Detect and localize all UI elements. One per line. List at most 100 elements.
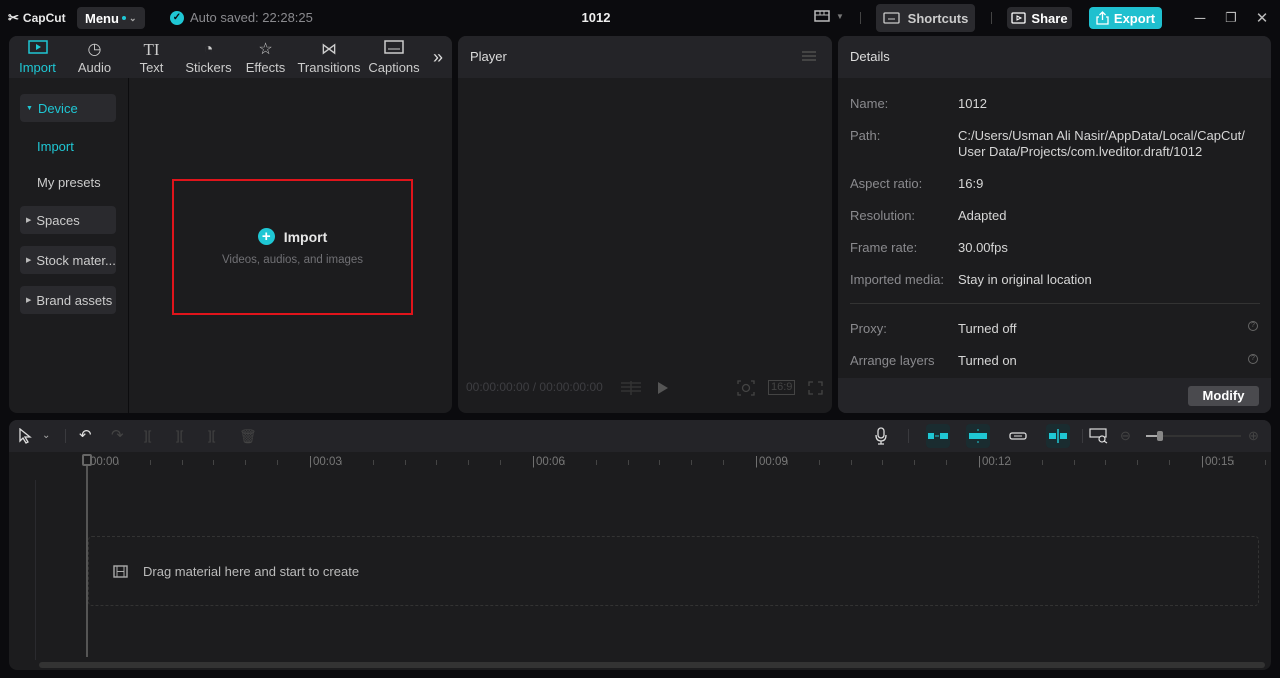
sidebar-item-device[interactable]: ▼ Device [20,94,116,122]
ruler-tick [850,460,852,465]
snap-icon [969,429,987,443]
autosave-status: ✓ Auto saved: 22:28:25 [170,10,313,25]
caret-right-icon: ▶ [26,257,32,264]
plus-icon: + [257,228,275,245]
microphone-icon[interactable] [875,427,887,445]
import-button[interactable]: + Import [257,228,328,245]
undo-icon[interactable]: ↶ [79,427,92,445]
share-button[interactable]: Share [1007,7,1072,29]
ruler-label: |00:12 [978,456,1011,468]
detail-label: Resolution: [850,208,916,223]
preview-axis-icon [1049,429,1067,443]
minimize-button[interactable]: ─ [1191,9,1209,27]
import-title: Import [283,228,328,245]
sidebar-item-spaces[interactable]: ▶ Spaces [20,206,116,234]
timeline-panel: ⌄ ↶ ↷ ][ ][ ][ 🗑 ⊖ ⊕ |00:00 |00:03 |00:0… [9,420,1271,670]
menu-icon[interactable] [802,51,816,61]
tab-stickers[interactable]: ◔ Stickers [180,36,237,78]
effects-icon: ☆ [258,41,273,58]
more-tabs-button[interactable]: » [424,36,452,78]
ruler-tick [372,460,374,465]
shortcuts-button[interactable]: Shortcuts [876,4,975,32]
tab-import[interactable]: Import [9,36,66,78]
zoom-in-icon[interactable]: ⊕ [1248,427,1259,445]
detail-label: Name: [850,96,889,111]
details-panel: Details Name: 1012 Path: C:/Users/Usman … [838,36,1271,413]
waveform-icon[interactable] [621,381,641,395]
modify-button[interactable]: Modify [1188,386,1259,406]
timeline-ruler[interactable]: |00:00 |00:03 |00:06 |00:09 |00:12 |00:1… [9,452,1271,472]
audio-icon: ◷ [87,41,102,58]
link-toggle[interactable] [1006,424,1030,448]
horizontal-scrollbar[interactable] [39,662,1265,668]
tab-audio[interactable]: ◷ Audio [66,36,123,78]
split-icon[interactable]: ][ [144,427,151,445]
ruler-tick [1169,460,1171,465]
close-icon: ✕ [1255,10,1269,27]
ruler-mark: | [532,456,535,468]
help-icon[interactable]: ? [1248,354,1258,364]
ruler-tick [436,460,438,465]
zoom-fit-icon[interactable] [737,380,755,396]
ruler-tick [882,460,884,465]
ruler-tick [627,460,629,465]
timeline-dropzone[interactable]: Drag material here and start to create [88,536,1259,606]
export-label: Export [1113,10,1156,26]
trim-left-icon[interactable]: ][ [176,427,183,445]
caret-right-icon: ▶ [26,297,32,304]
autosave-text: Auto saved: 22:28:25 [190,10,313,25]
playhead-handle[interactable] [82,454,92,466]
select-tool-icon[interactable] [19,428,33,444]
sidebar-item-brand-assets[interactable]: ▶ Brand assets [20,286,116,314]
trim-right-icon[interactable]: ][ [208,427,215,445]
sidebar-item-stock-material[interactable]: ▶ Stock mater... [20,246,116,274]
maximize-button[interactable]: ❐ [1222,9,1240,27]
video-preview [458,78,832,376]
captions-icon [384,40,404,60]
magnet-toggle[interactable] [926,424,950,448]
help-icon[interactable]: ? [1248,321,1258,331]
tab-captions[interactable]: Captions [364,36,424,78]
layout-button[interactable]: ▼ [814,10,844,22]
caret-down-icon: ▼ [26,104,33,112]
slider-handle[interactable] [1157,431,1164,441]
delete-icon[interactable]: 🗑 [239,427,257,445]
sidebar-item-import[interactable]: Import [37,139,74,154]
menu-button[interactable]: Menu ⌄ [77,7,145,29]
tab-text[interactable]: TI Text [123,36,180,78]
main-track-magnet-icon [928,433,948,439]
ruler-tick [595,460,597,465]
import-dropzone[interactable]: + Import Videos, audios, and images [172,179,413,315]
divider [860,12,861,24]
ruler-label: |00:06 [532,456,565,468]
player-controls: 00:00:00:00 / 00:00:00:00 16:9 [458,376,832,400]
play-icon[interactable] [657,381,669,395]
timecode: 00:00:00:00 / 00:00:00:00 [466,380,603,394]
ruler-tick [1073,460,1075,465]
fullscreen-icon[interactable] [808,381,823,395]
title-bar: ✂ CapCut Menu ⌄ ✓ Auto saved: 22:28:25 1… [0,0,1280,36]
ruler-mark: | [309,456,312,468]
chevron-down-icon[interactable]: ⌄ [42,427,50,445]
redo-icon[interactable]: ↷ [111,427,124,445]
timeline-zoom-slider[interactable] [1146,431,1241,441]
details-footer: Modify [838,378,1271,413]
detail-label: Arrange layers [850,353,935,368]
export-button[interactable]: Export [1089,7,1162,29]
divider [908,429,909,443]
tab-transitions[interactable]: ⋈ Transitions [294,36,364,78]
zoom-to-fit-icon[interactable] [1089,428,1109,444]
media-panel: Import ◷ Audio TI Text ◔ Stickers ☆ Effe… [9,36,452,413]
aspect-ratio-button[interactable]: 16:9 [768,380,796,395]
sidebar-item-my-presets[interactable]: My presets [37,175,101,190]
tab-label: Import [19,60,56,75]
ruler-tick [818,460,820,465]
auto-snap-toggle[interactable] [966,424,990,448]
share-icon [1011,12,1027,24]
zoom-out-icon[interactable]: ⊖ [1120,427,1131,445]
tab-effects[interactable]: ☆ Effects [237,36,294,78]
ruler-tick [1264,460,1266,465]
close-button[interactable]: ✕ [1253,9,1271,27]
preview-axis-toggle[interactable] [1046,424,1070,448]
minimize-icon: ─ [1194,9,1206,27]
